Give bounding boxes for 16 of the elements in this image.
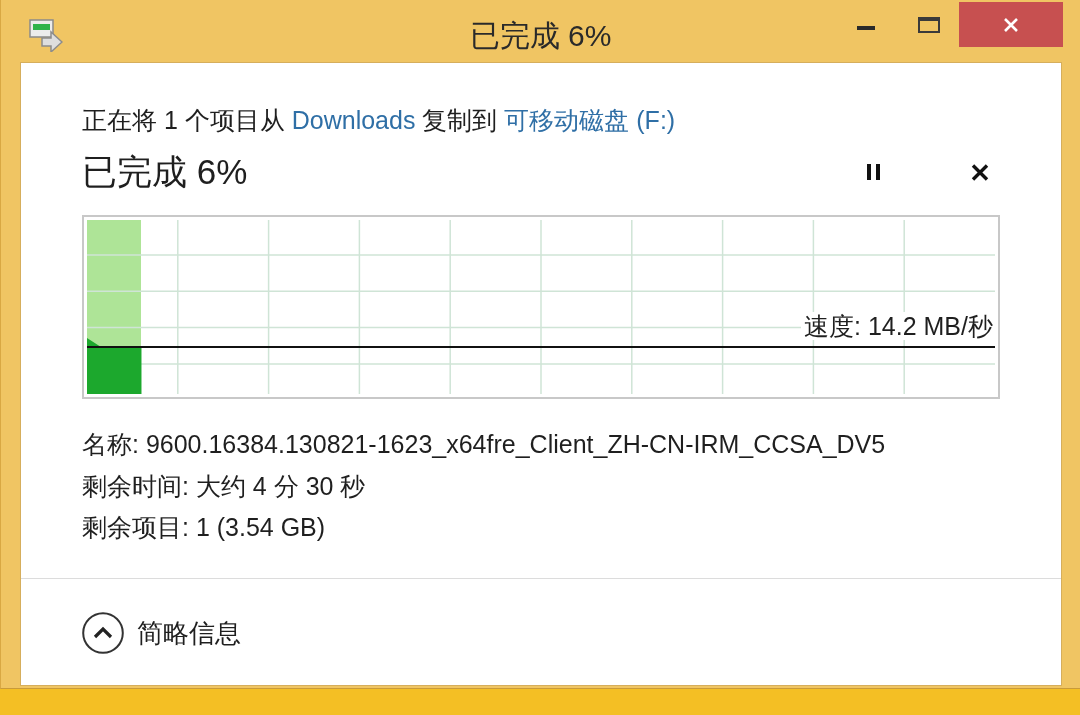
detail-text: 剩余时间: 大约 4 分 30 秒 xyxy=(82,470,367,502)
details-toggle[interactable]: 简略信息 xyxy=(82,611,241,654)
detail-text: 剩余项目: 1 (3.54 GB) xyxy=(82,512,327,543)
window-title: 已完成 6% xyxy=(469,18,612,54)
progress-status: 已完成 6% xyxy=(82,151,248,193)
location-link[interactable]: Downloads xyxy=(291,106,416,134)
location-link[interactable]: 可移动磁盘 (F:) xyxy=(504,106,676,134)
close-icon xyxy=(1003,16,1019,33)
pause-icon xyxy=(866,164,880,180)
copy-summary-text: 正在将 1 个项目从 Downloads 复制到 可移动磁盘 (F:) xyxy=(82,105,677,135)
speed-label: 速度: 14.2 MB/秒 xyxy=(801,312,996,340)
minimize-icon xyxy=(857,26,875,30)
detail-text: 名称: 9600.16384.130821-1623_x64fre_Client_ZH-CN-IRM_CCSA_DV5 xyxy=(82,429,887,460)
file-transfer-icon xyxy=(29,19,63,52)
close-icon xyxy=(971,163,989,181)
maximize-icon xyxy=(918,17,940,33)
